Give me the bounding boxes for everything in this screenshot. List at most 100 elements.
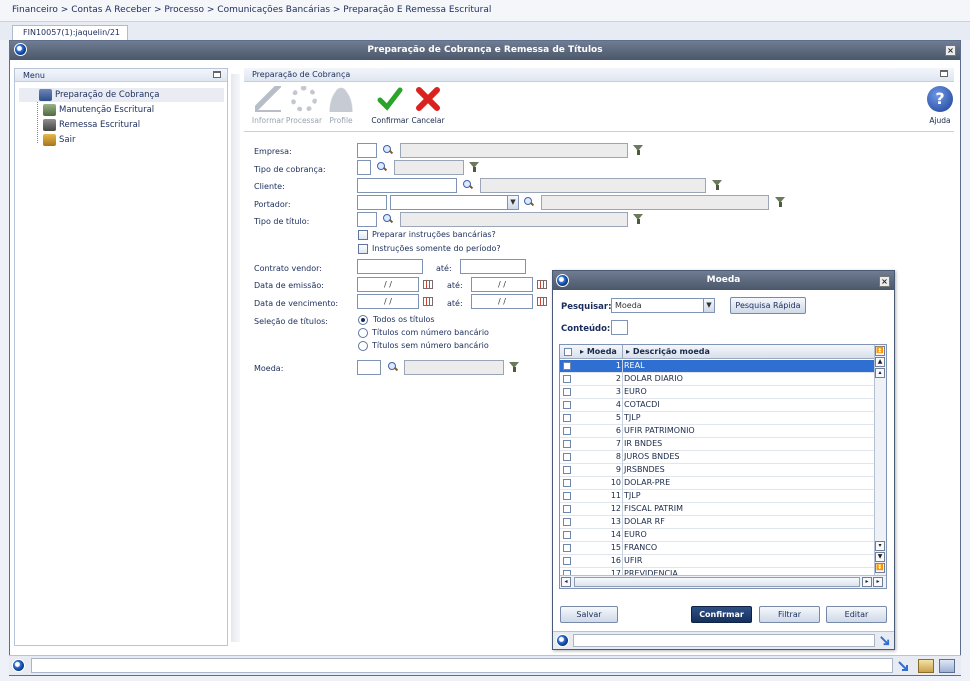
row-checkbox[interactable] xyxy=(563,544,571,552)
salvar-button[interactable]: Salvar xyxy=(560,606,618,623)
cliente-input[interactable] xyxy=(357,178,457,193)
table-row[interactable]: 15 FRANCO xyxy=(560,542,874,555)
table-row[interactable]: 4 COTACDI xyxy=(560,399,874,412)
cliente-filter-icon[interactable] xyxy=(712,180,723,191)
document-tab[interactable]: FIN10057(1):jaquelin/21 xyxy=(12,25,128,40)
confirmar-button[interactable]: Confirmar xyxy=(370,86,410,125)
row-checkbox[interactable] xyxy=(563,518,571,526)
instrucoes-periodo-checkbox[interactable] xyxy=(358,244,368,254)
preparar-instrucoes-checkbox[interactable] xyxy=(358,230,368,240)
cancelar-button[interactable]: Cancelar xyxy=(408,86,448,125)
contrato-vendor-to-input[interactable] xyxy=(460,259,526,274)
row-checkbox[interactable] xyxy=(563,531,571,539)
tipo-titulo-search-icon[interactable] xyxy=(383,214,393,224)
moeda-filter-icon[interactable] xyxy=(509,362,520,373)
data-emissao-from-input[interactable]: / / xyxy=(357,277,419,292)
menu-item-preparacao[interactable]: Preparação de Cobrança xyxy=(19,88,224,102)
moeda-input[interactable] xyxy=(357,360,381,375)
scroll-page-up-icon[interactable]: ▲ xyxy=(875,357,885,367)
row-checkbox[interactable] xyxy=(563,414,571,422)
row-checkbox[interactable] xyxy=(563,453,571,461)
pesquisa-rapida-button[interactable]: Pesquisa Rápida xyxy=(730,297,806,314)
calendar-icon[interactable] xyxy=(537,280,547,289)
data-vencimento-to-input[interactable]: / / xyxy=(471,294,533,309)
row-checkbox[interactable] xyxy=(563,388,571,396)
data-vencimento-from-input[interactable]: / / xyxy=(357,294,419,309)
pesquisar-select[interactable]: Moeda ▼ xyxy=(611,298,715,313)
row-checkbox[interactable] xyxy=(563,362,571,370)
portador-filter-icon[interactable] xyxy=(775,197,786,208)
conteudo-input[interactable] xyxy=(611,320,628,335)
scroll-down-icon[interactable]: ▾ xyxy=(875,541,885,551)
tipo-cobranca-search-icon[interactable] xyxy=(377,162,387,172)
menu-item-manutencao[interactable]: Manutenção Escritural xyxy=(43,103,154,117)
table-row[interactable]: 5 TJLP xyxy=(560,412,874,425)
cliente-search-icon[interactable] xyxy=(463,180,473,190)
row-checkbox[interactable] xyxy=(563,440,571,448)
table-row[interactable]: 16 UFIR xyxy=(560,555,874,568)
scroll-left-icon[interactable]: ◂ xyxy=(561,577,571,587)
menu-item-remessa[interactable]: Remessa Escritural xyxy=(43,118,140,132)
portador-select[interactable]: ▼ xyxy=(390,195,519,210)
sem-numero-bancario-radio[interactable] xyxy=(358,341,368,351)
content-minimize-button[interactable] xyxy=(940,70,948,77)
confirmar-dialog-button[interactable]: Confirmar xyxy=(691,606,752,623)
panel-splitter[interactable] xyxy=(231,74,240,642)
data-emissao-to-input[interactable]: / / xyxy=(471,277,533,292)
table-row[interactable]: 14 EURO xyxy=(560,529,874,542)
portador-input[interactable] xyxy=(357,195,387,210)
dialog-close-button[interactable]: × xyxy=(879,276,890,287)
table-row[interactable]: 6 UFIR PATRIMONIO xyxy=(560,425,874,438)
table-row[interactable]: 13 DOLAR RF xyxy=(560,516,874,529)
column-header-descricao[interactable]: ▸ Descrição moeda xyxy=(626,347,710,356)
scroll-top-icon[interactable]: ⏫ xyxy=(875,346,885,356)
chat-icon[interactable] xyxy=(939,659,955,673)
row-checkbox[interactable] xyxy=(563,375,571,383)
calendar-icon[interactable] xyxy=(423,297,433,306)
ajuda-button[interactable]: ? Ajuda xyxy=(920,86,960,125)
row-checkbox[interactable] xyxy=(563,427,571,435)
table-row[interactable]: 1 REAL xyxy=(560,360,874,373)
resize-arrow-icon[interactable] xyxy=(897,660,909,672)
row-checkbox[interactable] xyxy=(563,401,571,409)
tipo-cobranca-input[interactable] xyxy=(357,160,371,175)
informar-button[interactable]: Informar xyxy=(248,86,288,125)
com-numero-bancario-radio[interactable] xyxy=(358,328,368,338)
row-checkbox[interactable] xyxy=(563,466,571,474)
scroll-end-icon[interactable]: ▸ xyxy=(873,577,883,587)
processar-button[interactable]: Processar xyxy=(284,86,324,125)
table-row[interactable]: 7 IR BNDES xyxy=(560,438,874,451)
editar-button[interactable]: Editar xyxy=(826,606,887,623)
tipo-cobranca-filter-icon[interactable] xyxy=(469,162,480,173)
table-row[interactable]: 2 DOLAR DIARIO xyxy=(560,373,874,386)
filtrar-button[interactable]: Filtrar xyxy=(759,606,820,623)
row-checkbox[interactable] xyxy=(563,505,571,513)
contrato-vendor-from-input[interactable] xyxy=(357,259,423,274)
calendar-icon[interactable] xyxy=(423,280,433,289)
moeda-search-icon[interactable] xyxy=(388,362,398,372)
vertical-scrollbar[interactable]: ⏫ ▲ ▴ ▾ ▼ ⏬ xyxy=(874,345,886,575)
table-row[interactable]: 10 DOLAR-PRE xyxy=(560,477,874,490)
profile-button[interactable]: Profile xyxy=(321,86,361,125)
scroll-right-icon[interactable]: ▸ xyxy=(862,577,872,587)
row-checkbox[interactable] xyxy=(563,557,571,565)
portador-search-icon[interactable] xyxy=(524,197,534,207)
table-row[interactable]: 9 JRSBNDES xyxy=(560,464,874,477)
menu-minimize-button[interactable] xyxy=(213,71,221,78)
table-row[interactable]: 11 TJLP xyxy=(560,490,874,503)
table-row[interactable]: 12 FISCAL PATRIM xyxy=(560,503,874,516)
row-checkbox[interactable] xyxy=(563,492,571,500)
empresa-input[interactable] xyxy=(357,143,377,158)
horizontal-scrollbar[interactable]: ◂ ▸ ▸ xyxy=(560,575,886,588)
resize-arrow-icon[interactable] xyxy=(879,635,890,646)
scroll-up-icon[interactable]: ▴ xyxy=(875,368,885,378)
scroll-page-down-icon[interactable]: ▼ xyxy=(875,552,885,562)
table-row[interactable]: 8 JUROS BNDES xyxy=(560,451,874,464)
tipo-titulo-input[interactable] xyxy=(357,212,377,227)
todos-titulos-radio[interactable] xyxy=(358,315,368,325)
calendar-icon[interactable] xyxy=(537,297,547,306)
empresa-search-icon[interactable] xyxy=(383,145,393,155)
select-all-checkbox[interactable] xyxy=(564,348,572,356)
horizontal-scroll-thumb[interactable] xyxy=(574,577,860,587)
column-header-moeda[interactable]: ▸ Moeda xyxy=(580,347,617,356)
